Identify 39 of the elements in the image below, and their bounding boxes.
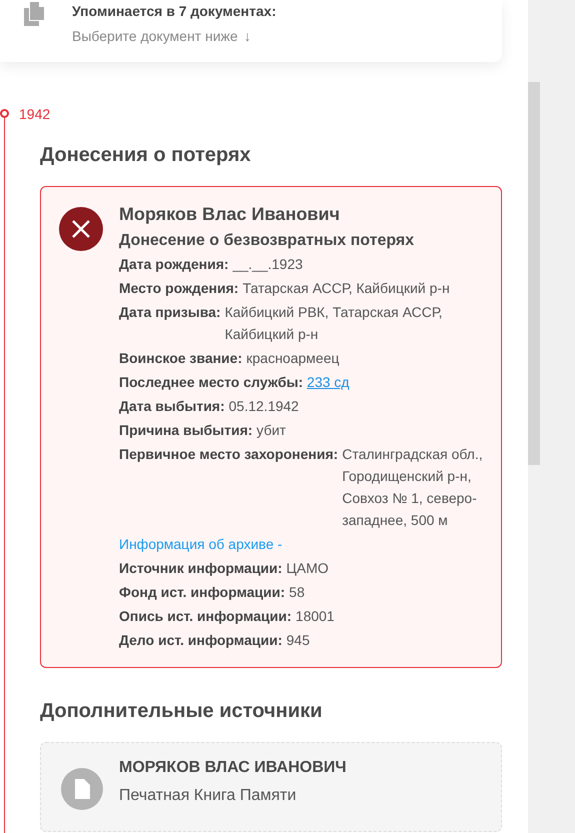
field-label: Дело ист. информации: [119,631,282,650]
field-value: Татарская АССР, Кайбицкий р-н [242,279,450,298]
field-value: 05.12.1942 [228,397,299,416]
field-label: Источник информации: [119,559,282,578]
field-label: Причина выбытия: [119,421,253,440]
scrollbar[interactable] [528,0,540,833]
report-title: Донесение о безвозвратных потерях [119,231,416,251]
field-value: 945 [286,631,310,650]
timeline-year: 1942 [19,105,50,124]
field-value: 18001 [296,607,334,626]
source-name: МОРЯКОВ ВЛАС ИВАНОВИЧ [119,758,346,778]
source-type: Печатная Книга Памяти [119,786,298,806]
field-label: Опись ист. информации: [119,607,292,626]
section-heading: Донесения о потерях [40,143,252,168]
section-heading: Дополнительные источники [40,699,324,724]
person-name: Моряков Влас Иванович [119,203,341,226]
mentions-title: Упоминается в 7 документах: [72,2,276,21]
documents-icon [24,2,46,26]
mentions-hint: Выберите документ ниже [72,27,238,45]
field-value: красноармеец [246,349,340,368]
field-label: Дата призыва: [119,303,221,322]
field-value: ЦАМО [286,559,329,578]
field-value: __.__.1923 [232,255,303,274]
document-icon [61,768,103,810]
field-label: Дата рождения: [119,255,229,274]
field-label: Место рождения: [119,279,239,298]
field-label: Дата выбытия: [119,397,225,416]
archive-info-link[interactable]: Информация об архиве - [119,533,282,555]
down-arrow-icon: ↓ [244,27,251,45]
field-value: 58 [289,583,305,602]
field-label: Фонд ист. информации: [119,583,286,602]
unit-link[interactable]: 233 сд [306,374,350,390]
field-label: Первичное место захоронения: [119,445,338,464]
source-card[interactable]: МОРЯКОВ ВЛАС ИВАНОВИЧ Печатная Книга Памяти [40,742,502,832]
close-icon [59,207,103,251]
field-label: Воинское звание: [119,349,242,368]
field-label: Последнее место службы: [119,374,304,390]
field-value: убит [256,421,286,440]
field-value: Сталинградская обл., Городищенский р-н, Совхоз № 1, северо-западнее, 500 м [342,445,483,530]
